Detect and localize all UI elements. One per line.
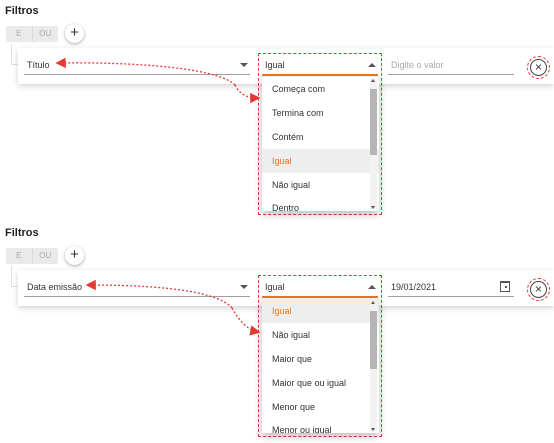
annotation-arrow-2b	[231, 307, 261, 336]
annotation-arrow-2	[85, 279, 233, 309]
annotation-arrows	[55, 57, 261, 336]
annotation-arrow-1b	[234, 84, 261, 104]
annotation-arrow-1	[55, 57, 236, 86]
